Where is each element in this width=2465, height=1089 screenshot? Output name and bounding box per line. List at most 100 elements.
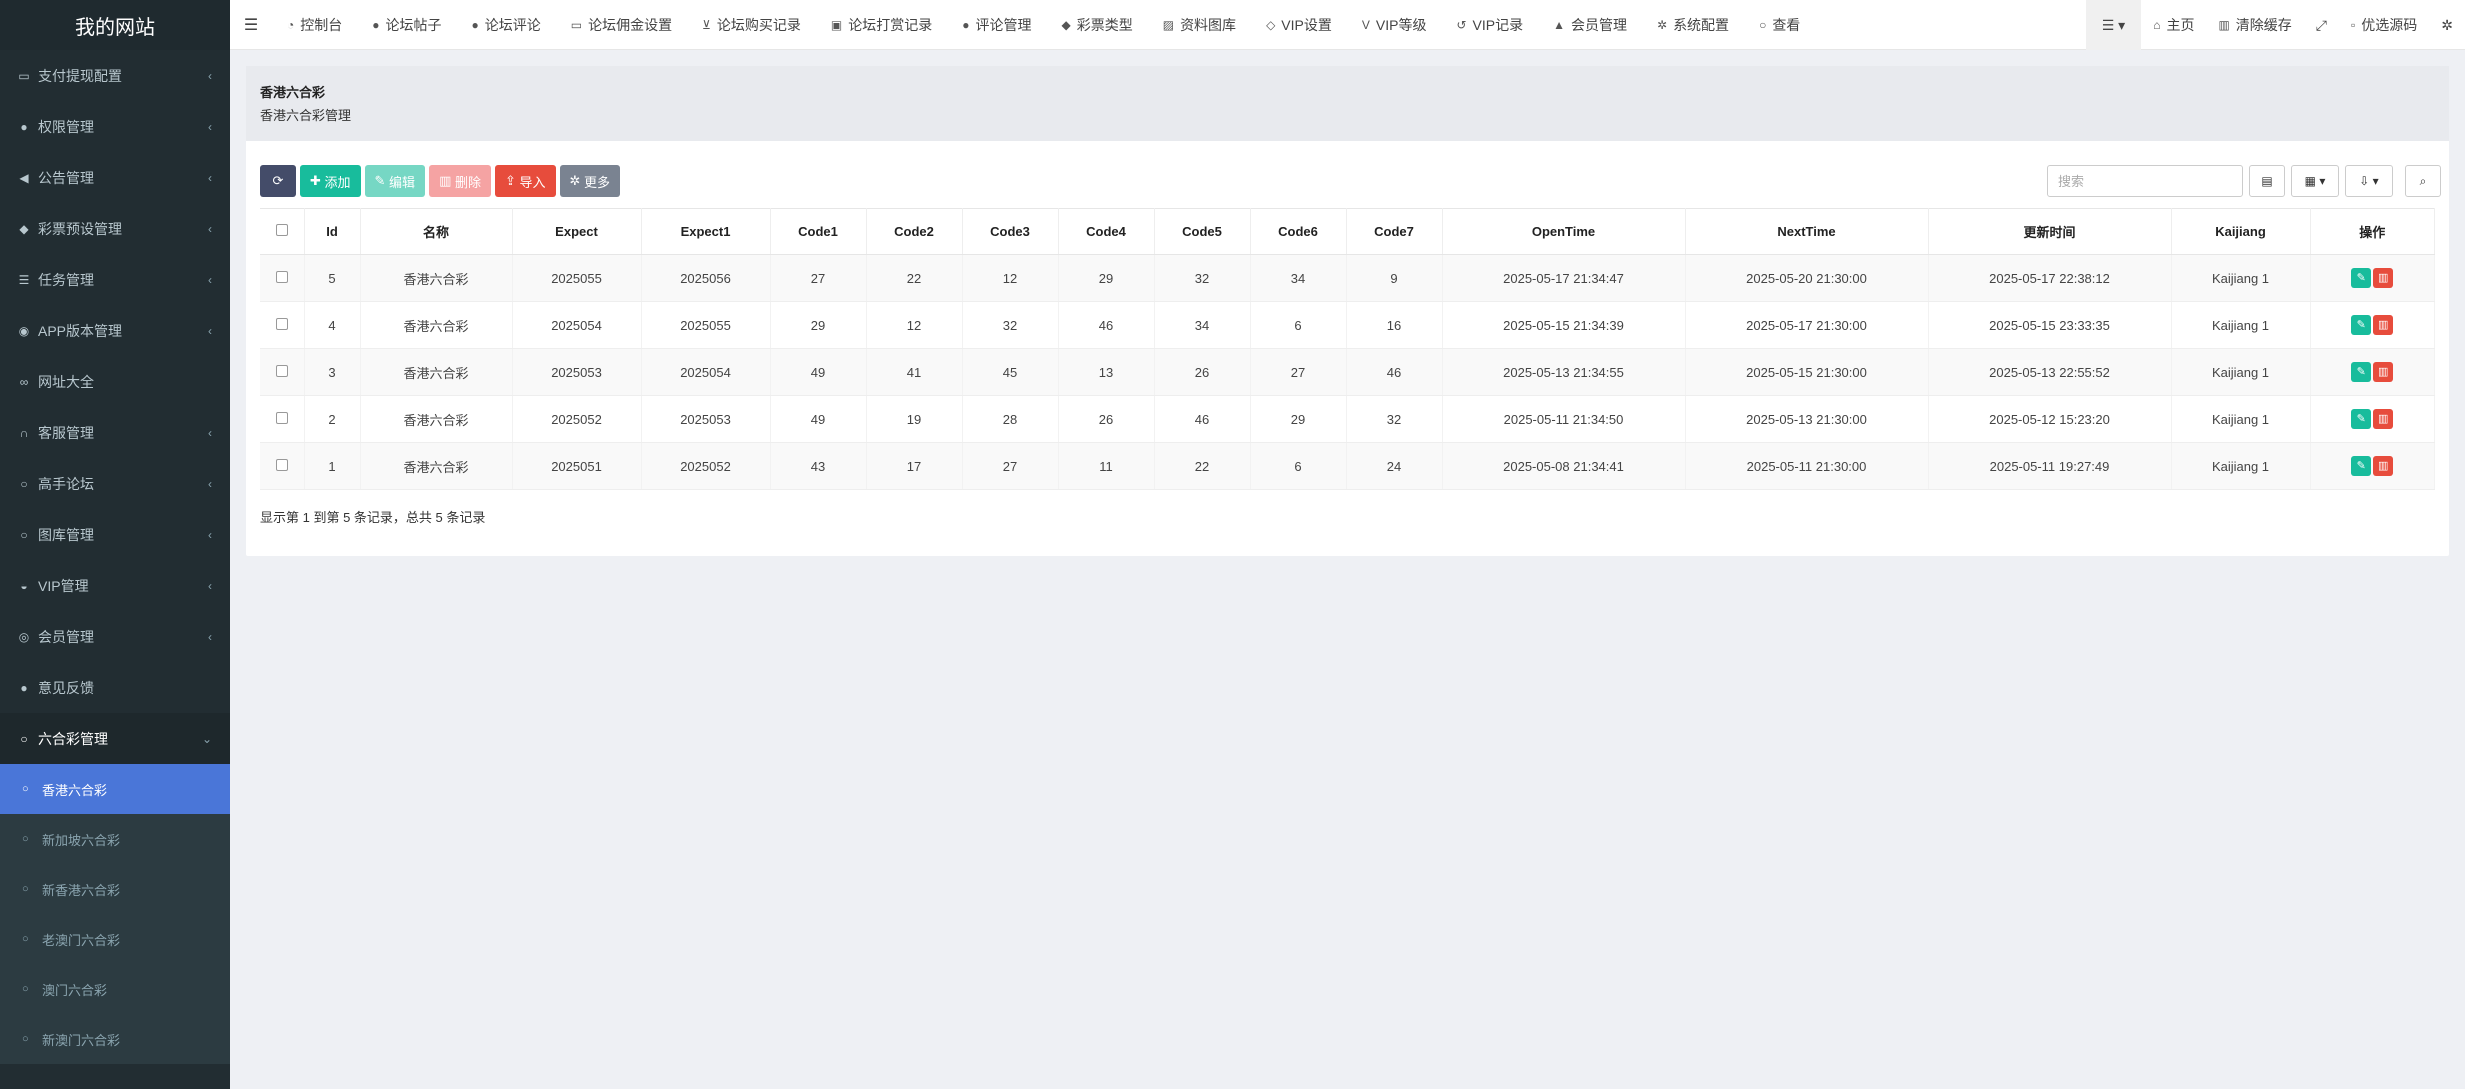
layout-dropdown[interactable]: ☰ ▾ — [2085, 0, 2142, 50]
sidebar-item-links[interactable]: ∞ 网址大全 — [0, 356, 230, 407]
sidebar-item-forum[interactable]: ○ 高手论坛 ‹ — [0, 458, 230, 509]
column-header[interactable]: Code3 — [962, 208, 1059, 255]
columns-dropdown[interactable]: ▦ ▾ — [2291, 165, 2339, 197]
column-header[interactable]: Code4 — [1058, 208, 1155, 255]
export-dropdown[interactable]: ⇩ ▾ — [2345, 165, 2393, 197]
sidebar-subitem-new-hk[interactable]: ○ 新香港六合彩 — [0, 864, 230, 914]
cell-updated: 2025-05-15 23:33:35 — [1928, 301, 2172, 349]
nav-lottery-types[interactable]: ◆ 彩票类型 — [1046, 15, 1147, 35]
nav-clear-cache[interactable]: ▥ 清除缓存 — [2206, 15, 2303, 35]
row-select-cell[interactable] — [260, 301, 305, 349]
table-row[interactable]: 2 香港六合彩 2025052 2025053 49 19 28 26 46 2… — [260, 395, 2435, 443]
refresh-button[interactable]: ⟳ — [260, 165, 296, 197]
row-select-cell[interactable] — [260, 442, 305, 490]
nav-forum-purchases[interactable]: ⊻ 论坛购买记录 — [687, 15, 816, 35]
sidebar-item-vip[interactable]: ◒ VIP管理 ‹ — [0, 560, 230, 611]
fullscreen-button[interactable]: ⤢ — [2304, 17, 2339, 34]
cell-code6: 6 — [1250, 301, 1347, 349]
row-edit-button[interactable]: ✎ — [2351, 456, 2372, 476]
row-delete-button[interactable]: ▥ — [2373, 456, 2394, 476]
nav-forum-posts[interactable]: ● 论坛帖子 — [357, 15, 456, 35]
row-delete-button[interactable]: ▥ — [2373, 362, 2394, 382]
nav-forum-commission[interactable]: ▭ 论坛佣金设置 — [556, 15, 687, 35]
add-button[interactable]: ✚ 添加 — [300, 165, 361, 197]
row-delete-button[interactable]: ▥ — [2373, 268, 2394, 288]
nav-forum-tips[interactable]: ▣ 论坛打赏记录 — [816, 15, 947, 35]
import-button[interactable]: ⇪ 导入 — [494, 165, 556, 197]
row-checkbox[interactable] — [275, 270, 288, 283]
column-header[interactable]: Id — [304, 208, 361, 255]
row-delete-button[interactable]: ▥ — [2373, 409, 2394, 429]
nav-members[interactable]: ▲ 会员管理 — [1538, 15, 1642, 35]
table-row[interactable]: 1 香港六合彩 2025051 2025052 43 17 27 11 22 6… — [260, 442, 2435, 490]
sidebar-subitem-old-macau[interactable]: ○ 老澳门六合彩 — [0, 914, 230, 964]
nav-dashboard[interactable]: ◔ 控制台 — [272, 15, 357, 35]
sidebar-item-customer-service[interactable]: ∩ 客服管理 ‹ — [0, 407, 230, 458]
select-all-checkbox[interactable] — [275, 224, 288, 236]
sidebar-item-gallery[interactable]: ○ 图库管理 ‹ — [0, 509, 230, 560]
delete-button[interactable]: ▥ 删除 — [429, 165, 491, 197]
more-button[interactable]: ✲ 更多 — [559, 165, 621, 197]
sidebar-subitem-new-macau[interactable]: ○ 新澳门六合彩 — [0, 1014, 230, 1064]
search-button[interactable]: ⌕ — [2405, 165, 2441, 197]
sidebar-item-app-version[interactable]: ◉ APP版本管理 ‹ — [0, 305, 230, 356]
nav-vip-settings[interactable]: ◇ VIP设置 — [1251, 15, 1347, 35]
column-header[interactable]: 更新时间 — [1928, 208, 2172, 255]
row-select-cell[interactable] — [260, 395, 305, 443]
column-header[interactable]: Code2 — [866, 208, 963, 255]
nav-comment-management[interactable]: ● 评论管理 — [947, 15, 1046, 35]
row-edit-button[interactable]: ✎ — [2351, 409, 2372, 429]
sidebar-item-mark-six[interactable]: ○ 六合彩管理 ⌄ — [0, 713, 230, 764]
menu-toggle-icon[interactable]: ☰ — [230, 15, 272, 35]
row-select-cell[interactable] — [260, 348, 305, 396]
column-header[interactable]: Code6 — [1250, 208, 1347, 255]
nav-view[interactable]: ○ 查看 — [1744, 15, 1815, 35]
row-edit-button[interactable]: ✎ — [2351, 315, 2372, 335]
nav-home[interactable]: ⌂ 主页 — [2141, 15, 2206, 35]
sidebar-item-tasks[interactable]: ☰ 任务管理 ‹ — [0, 254, 230, 305]
row-select-cell[interactable] — [260, 254, 305, 302]
sidebar-item-payment[interactable]: ▭ 支付提现配置 ‹ — [0, 50, 230, 101]
row-checkbox[interactable] — [275, 458, 288, 471]
column-header[interactable]: Code7 — [1346, 208, 1443, 255]
row-checkbox[interactable] — [275, 364, 288, 377]
table-row[interactable]: 3 香港六合彩 2025053 2025054 49 41 45 13 26 2… — [260, 348, 2435, 396]
nav-vip-levels[interactable]: V VIP等级 — [1347, 15, 1442, 35]
nav-forum-comments[interactable]: ● 论坛评论 — [457, 15, 556, 35]
row-delete-button[interactable]: ▥ — [2373, 315, 2394, 335]
sidebar-subitem-macau[interactable]: ○ 澳门六合彩 — [0, 964, 230, 1014]
row-checkbox[interactable] — [275, 411, 288, 424]
column-header[interactable]: OpenTime — [1442, 208, 1686, 255]
row-checkbox[interactable] — [275, 317, 288, 330]
column-header[interactable]: Expect — [512, 208, 642, 255]
column-header[interactable]: NextTime — [1685, 208, 1929, 255]
settings-button[interactable]: ✲ — [2429, 17, 2465, 34]
column-header[interactable]: 名称 — [360, 208, 513, 255]
sidebar-item-lottery-preset[interactable]: ◆ 彩票预设管理 ‹ — [0, 203, 230, 254]
nav-vip-records[interactable]: ↺ VIP记录 — [1441, 15, 1538, 35]
search-input[interactable] — [2047, 165, 2243, 197]
column-header[interactable]: Code1 — [770, 208, 867, 255]
sidebar-item-announcements[interactable]: ◀ 公告管理 ‹ — [0, 152, 230, 203]
row-edit-button[interactable]: ✎ — [2351, 268, 2372, 288]
sidebar-subitem-sg[interactable]: ○ 新加坡六合彩 — [0, 814, 230, 864]
column-header[interactable]: Kaijiang — [2171, 208, 2311, 255]
nav-label: 主页 — [2166, 17, 2195, 33]
sidebar-item-permissions[interactable]: ● 权限管理 ‹ — [0, 101, 230, 152]
edit-button[interactable]: ✎ 编辑 — [364, 165, 426, 197]
sidebar-item-feedback[interactable]: ● 意见反馈 — [0, 662, 230, 713]
table-row[interactable]: 4 香港六合彩 2025054 2025055 29 12 32 46 34 6… — [260, 301, 2435, 349]
nav-system-config[interactable]: ✲ 系统配置 — [1642, 15, 1744, 35]
select-all-cell[interactable] — [260, 208, 305, 255]
user-menu[interactable]: ▫ 优选源码 — [2339, 15, 2429, 35]
toggle-view-button[interactable]: ▤ — [2249, 165, 2285, 197]
table-row[interactable]: 5 香港六合彩 2025055 2025056 27 22 12 29 32 3… — [260, 254, 2435, 302]
column-header[interactable]: Expect1 — [641, 208, 771, 255]
sidebar-subitem-hk[interactable]: ○ 香港六合彩 — [0, 764, 230, 814]
cell-next-time: 2025-05-15 21:30:00 — [1685, 348, 1929, 396]
nav-gallery[interactable]: ▨ 资料图库 — [1148, 15, 1251, 35]
column-header[interactable]: Code5 — [1154, 208, 1251, 255]
row-edit-button[interactable]: ✎ — [2351, 362, 2372, 382]
brand-logo[interactable]: 我的网站 — [0, 0, 230, 50]
sidebar-item-members[interactable]: ◎ 会员管理 ‹ — [0, 611, 230, 662]
